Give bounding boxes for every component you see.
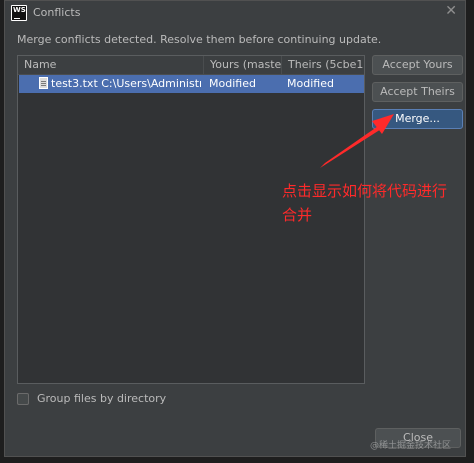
watermark: @稀土掘金技术社区 [370, 441, 452, 451]
annotation-arrow [320, 114, 394, 168]
annotation-text: 点击显示如何将代码进行合并 [282, 182, 448, 224]
arrow-shaft [320, 122, 386, 168]
